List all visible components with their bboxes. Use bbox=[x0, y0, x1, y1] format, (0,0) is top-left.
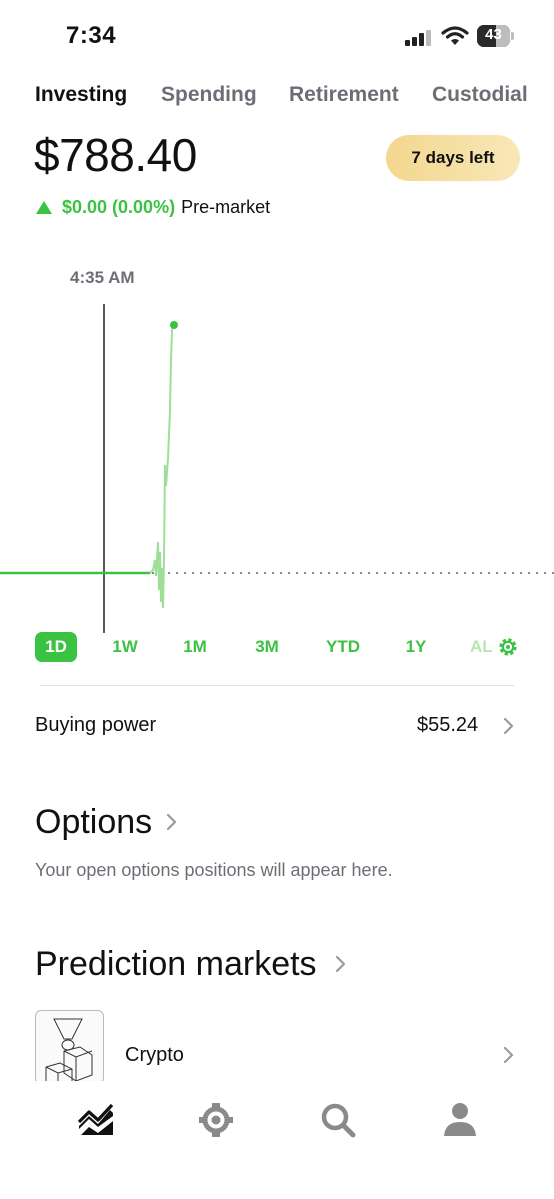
chart-line-future bbox=[149, 324, 174, 609]
chart-scrub-time: 4:35 AM bbox=[70, 268, 135, 287]
options-section-title[interactable]: Options bbox=[35, 803, 152, 842]
cellular-signal-icon bbox=[405, 30, 431, 46]
investing-chart-icon[interactable] bbox=[76, 1100, 116, 1140]
buying-power-value[interactable]: $55.24 bbox=[417, 714, 478, 737]
range-3m-button[interactable]: 3M bbox=[252, 632, 282, 662]
chevron-right-icon[interactable] bbox=[502, 716, 516, 736]
crypto-market-label[interactable]: Crypto bbox=[125, 1044, 184, 1067]
crypto-coin-icon[interactable] bbox=[196, 1100, 236, 1140]
status-time: 7:34 bbox=[66, 22, 117, 49]
trial-days-left-button[interactable]: 7 days left bbox=[386, 135, 520, 181]
bottom-nav-bar bbox=[0, 1081, 554, 1199]
chevron-right-icon[interactable] bbox=[502, 1045, 516, 1065]
range-all-button[interactable]: AL bbox=[470, 632, 493, 662]
buying-power-label[interactable]: Buying power bbox=[35, 714, 156, 737]
portfolio-chart[interactable] bbox=[0, 290, 554, 635]
battery-level: 43 bbox=[485, 26, 502, 43]
wifi-icon bbox=[441, 26, 469, 45]
up-arrow-icon bbox=[36, 200, 52, 214]
portfolio-change: $0.00 (0.00%) Pre-market bbox=[36, 195, 270, 219]
account-person-icon[interactable] bbox=[440, 1100, 480, 1140]
prediction-markets-title[interactable]: Prediction markets bbox=[35, 945, 317, 984]
search-icon[interactable] bbox=[318, 1100, 358, 1140]
battery-icon: 43 bbox=[477, 25, 515, 47]
tab-spending[interactable]: Spending bbox=[161, 83, 257, 107]
chevron-right-icon[interactable] bbox=[165, 812, 179, 832]
range-1w-button[interactable]: 1W bbox=[108, 632, 142, 662]
range-1m-button[interactable]: 1M bbox=[180, 632, 210, 662]
tab-retirement[interactable]: Retirement bbox=[289, 83, 399, 107]
stacked-blocks-icon bbox=[45, 1018, 93, 1083]
range-ytd-button[interactable]: YTD bbox=[324, 632, 362, 662]
crypto-market-thumbnail[interactable] bbox=[35, 1010, 104, 1084]
gear-icon[interactable] bbox=[497, 636, 519, 658]
change-session-label: Pre-market bbox=[181, 196, 271, 217]
chart-current-point bbox=[170, 321, 178, 329]
tab-investing[interactable]: Investing bbox=[35, 83, 127, 107]
change-amount: $0.00 (0.00%) bbox=[62, 196, 176, 217]
options-empty-message: Your open options positions will appear … bbox=[35, 860, 393, 880]
range-1d-button[interactable]: 1D bbox=[35, 632, 77, 662]
portfolio-value: $788.40 bbox=[34, 129, 197, 181]
range-1y-button[interactable]: 1Y bbox=[403, 632, 429, 662]
chevron-right-icon[interactable] bbox=[334, 954, 348, 974]
tab-custodial[interactable]: Custodial bbox=[432, 83, 528, 107]
section-divider bbox=[40, 685, 514, 686]
